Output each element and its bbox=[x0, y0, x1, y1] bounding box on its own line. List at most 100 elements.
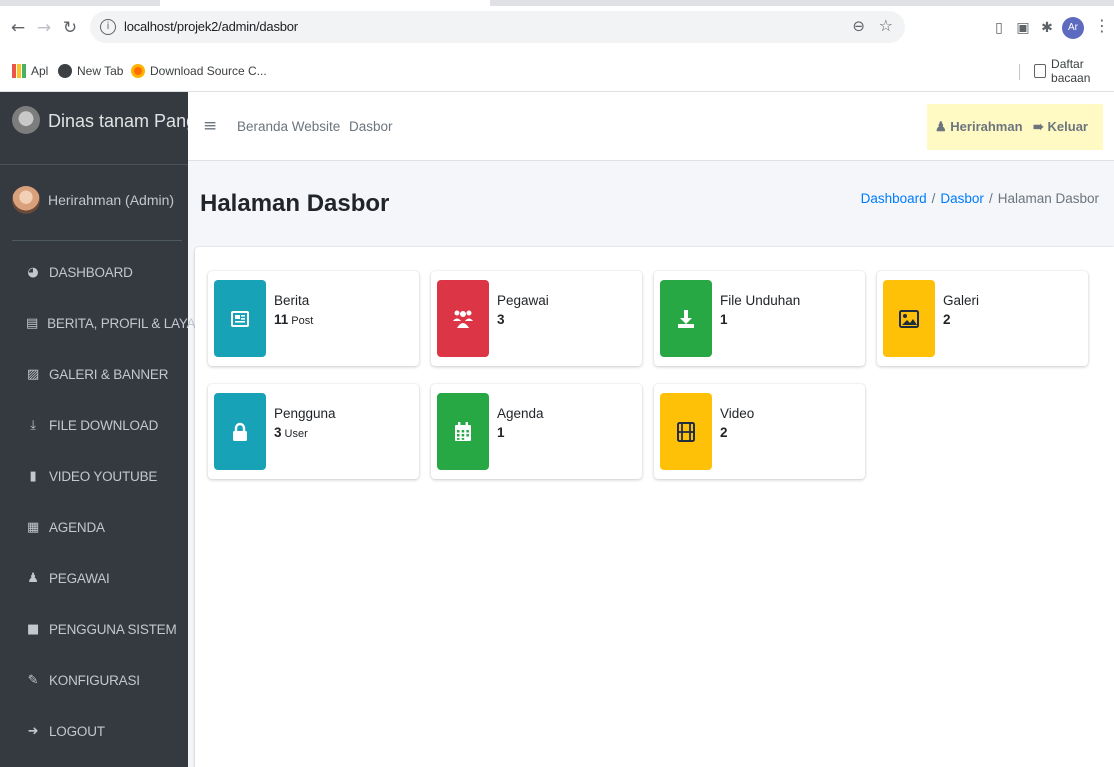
lock-icon: ■ bbox=[26, 621, 40, 637]
bookmarks-divider bbox=[1019, 64, 1020, 80]
browser-menu-icon[interactable]: ⋮ bbox=[1094, 16, 1110, 35]
sidebar-item-pegawai[interactable]: ♟ PEGAWAI bbox=[0, 563, 188, 593]
sidebar-item-logout[interactable]: ➜ LOGOUT bbox=[0, 716, 188, 746]
info-box-file-unduhan[interactable]: File Unduhan 1 bbox=[654, 271, 865, 366]
info-box-label: Pegawai bbox=[497, 293, 549, 308]
info-box-icon-bg bbox=[437, 393, 489, 470]
brand-name: Dinas tanam Pangan Hortikultura bbox=[48, 111, 188, 131]
back-icon[interactable]: ← bbox=[8, 16, 28, 40]
menu-toggle-icon[interactable]: ≡ bbox=[203, 116, 217, 136]
info-box-pegawai[interactable]: Pegawai 3 bbox=[431, 271, 642, 366]
info-box-count: 2 bbox=[720, 425, 728, 440]
download-icon: ⤓ bbox=[30, 417, 36, 433]
info-box-agenda[interactable]: Agenda 1 bbox=[431, 384, 642, 479]
info-box-label: Video bbox=[720, 406, 755, 421]
forward-icon[interactable]: → bbox=[34, 16, 54, 40]
new-tab-icon bbox=[58, 64, 72, 78]
navbar-logout-button[interactable]: ➠ Keluar bbox=[1033, 119, 1088, 135]
bookmark-apps[interactable]: Apl bbox=[12, 62, 48, 80]
info-box-unit: Post bbox=[291, 315, 314, 327]
breadcrumb: Dashboard / Dasbor / Halaman Dasbor bbox=[0, 191, 1099, 206]
site-info-icon[interactable]: i bbox=[100, 19, 116, 35]
info-box-count: 3 User bbox=[274, 425, 308, 440]
info-box-icon-bg bbox=[214, 280, 266, 357]
bookmarks-bar: Apl New Tab Download Source C... Daftar … bbox=[0, 50, 1114, 92]
info-box-count: 3 bbox=[497, 312, 505, 327]
info-box-unit: User bbox=[284, 428, 308, 440]
film-icon bbox=[677, 421, 695, 442]
sign-out-icon: ➜ bbox=[27, 723, 39, 739]
profile-avatar[interactable]: Ar bbox=[1062, 17, 1084, 39]
breadcrumb-dasbor[interactable]: Dasbor bbox=[940, 191, 984, 206]
info-box-icon-bg bbox=[660, 393, 712, 470]
sidebar-item-berita[interactable]: ▤ BERITA, PROFIL & LAYANAN bbox=[0, 308, 224, 338]
info-box-label: Pengguna bbox=[274, 406, 336, 421]
brand-logo bbox=[12, 106, 40, 134]
browser-chrome: ← → ↻ i localhost/projek2/admin/dasbor ⊖… bbox=[0, 0, 1114, 92]
dashboard-icon: ◕ bbox=[27, 264, 39, 280]
navbar-user-area: ♟ Herirahman ➠ Keluar bbox=[927, 104, 1103, 150]
image-icon: ▨ bbox=[26, 366, 40, 382]
download-icon bbox=[678, 309, 694, 328]
puzzle-extensions-icon[interactable]: ✱ bbox=[1038, 19, 1056, 37]
address-row: ← → ↻ i localhost/projek2/admin/dasbor ⊖… bbox=[0, 6, 1114, 50]
info-box-count: 1 bbox=[720, 312, 728, 327]
wrench-icon: ✎ bbox=[27, 672, 39, 688]
reload-icon[interactable]: ↻ bbox=[60, 16, 80, 40]
address-bar[interactable]: i localhost/projek2/admin/dasbor ⊖ ☆ bbox=[90, 11, 905, 43]
newspaper-icon bbox=[231, 310, 249, 327]
breadcrumb-current: Halaman Dasbor bbox=[997, 191, 1099, 206]
calendar-icon: ▦ bbox=[26, 519, 40, 535]
info-box-label: File Unduhan bbox=[720, 293, 801, 308]
site-favicon-icon bbox=[131, 64, 145, 78]
info-box-video[interactable]: Video 2 bbox=[654, 384, 865, 479]
bookmark-star-icon[interactable]: ☆ bbox=[879, 16, 893, 35]
info-box-label: Berita bbox=[274, 293, 310, 308]
info-box-galeri[interactable]: Galeri 2 bbox=[877, 271, 1088, 366]
nav-link-beranda-website[interactable]: Beranda Website bbox=[237, 119, 340, 134]
info-box-count: 2 bbox=[943, 312, 951, 327]
reading-list-icon bbox=[1034, 64, 1047, 78]
info-box-icon-bg bbox=[883, 280, 935, 357]
sidebar-item-pengguna-sistem[interactable]: ■ PENGGUNA SISTEM bbox=[0, 614, 188, 644]
sign-out-icon: ➠ bbox=[1033, 119, 1044, 134]
nav-link-dasbor[interactable]: Dasbor bbox=[349, 119, 393, 134]
sidebar-item-video-youtube[interactable]: ▮ VIDEO YOUTUBE bbox=[0, 461, 188, 491]
reading-list[interactable]: Daftar bacaan bbox=[1034, 57, 1114, 85]
info-box-icon-bg bbox=[660, 280, 712, 357]
bookmark-download-source[interactable]: Download Source C... bbox=[131, 62, 267, 80]
zoom-icon[interactable]: ⊖ bbox=[852, 17, 865, 35]
sidebar-item-file-download[interactable]: ⤓ FILE DOWNLOAD bbox=[0, 410, 188, 440]
navbar-user-button[interactable]: ♟ Herirahman bbox=[935, 119, 1023, 135]
calendar-icon bbox=[455, 421, 471, 441]
sidebar-item-agenda[interactable]: ▦ AGENDA bbox=[0, 512, 188, 542]
info-box-label: Agenda bbox=[497, 406, 544, 421]
reader-extension-icon[interactable]: ▯ bbox=[990, 19, 1008, 37]
info-box-icon-bg bbox=[214, 393, 266, 470]
info-box-count: 11 Post bbox=[274, 312, 314, 327]
info-box-icon-bg bbox=[437, 280, 489, 357]
extension-icon[interactable]: ▣ bbox=[1014, 19, 1032, 37]
info-box-count: 1 bbox=[497, 425, 505, 440]
sidebar-item-dashboard[interactable]: ◕ DASHBOARD bbox=[0, 257, 188, 287]
breadcrumb-dashboard[interactable]: Dashboard bbox=[861, 191, 927, 206]
info-box-pengguna[interactable]: Pengguna 3 User bbox=[208, 384, 419, 479]
youtube-icon: ▮ bbox=[29, 468, 37, 484]
users-icon bbox=[453, 310, 473, 328]
apps-grid-icon bbox=[12, 64, 26, 78]
image-icon bbox=[899, 309, 919, 328]
user-icon: ♟ bbox=[935, 119, 947, 134]
sidebar-item-konfigurasi[interactable]: ✎ KONFIGURASI bbox=[0, 665, 188, 695]
info-box-berita[interactable]: Berita 11 Post bbox=[208, 271, 419, 366]
breadcrumb-separator: / bbox=[931, 191, 936, 206]
url-text[interactable]: localhost/projek2/admin/dasbor bbox=[124, 19, 298, 34]
breadcrumb-separator: / bbox=[988, 191, 993, 206]
info-box-label: Galeri bbox=[943, 293, 980, 308]
sidebar-menu: ◕ DASHBOARD ▤ BERITA, PROFIL & LAYANAN ▨ GA… bbox=[0, 257, 224, 746]
newspaper-icon: ▤ bbox=[26, 315, 39, 331]
bookmark-new-tab[interactable]: New Tab bbox=[58, 62, 123, 80]
brand-link[interactable]: Dinas tanam Pangan Hortikultura bbox=[0, 92, 188, 165]
top-navbar: ≡ Beranda Website Dasbor ♟ Herirahman ➠ … bbox=[188, 92, 1114, 161]
sidebar-item-galeri[interactable]: ▨ GALERI & BANNER bbox=[0, 359, 188, 389]
users-icon: ♟ bbox=[27, 570, 39, 586]
